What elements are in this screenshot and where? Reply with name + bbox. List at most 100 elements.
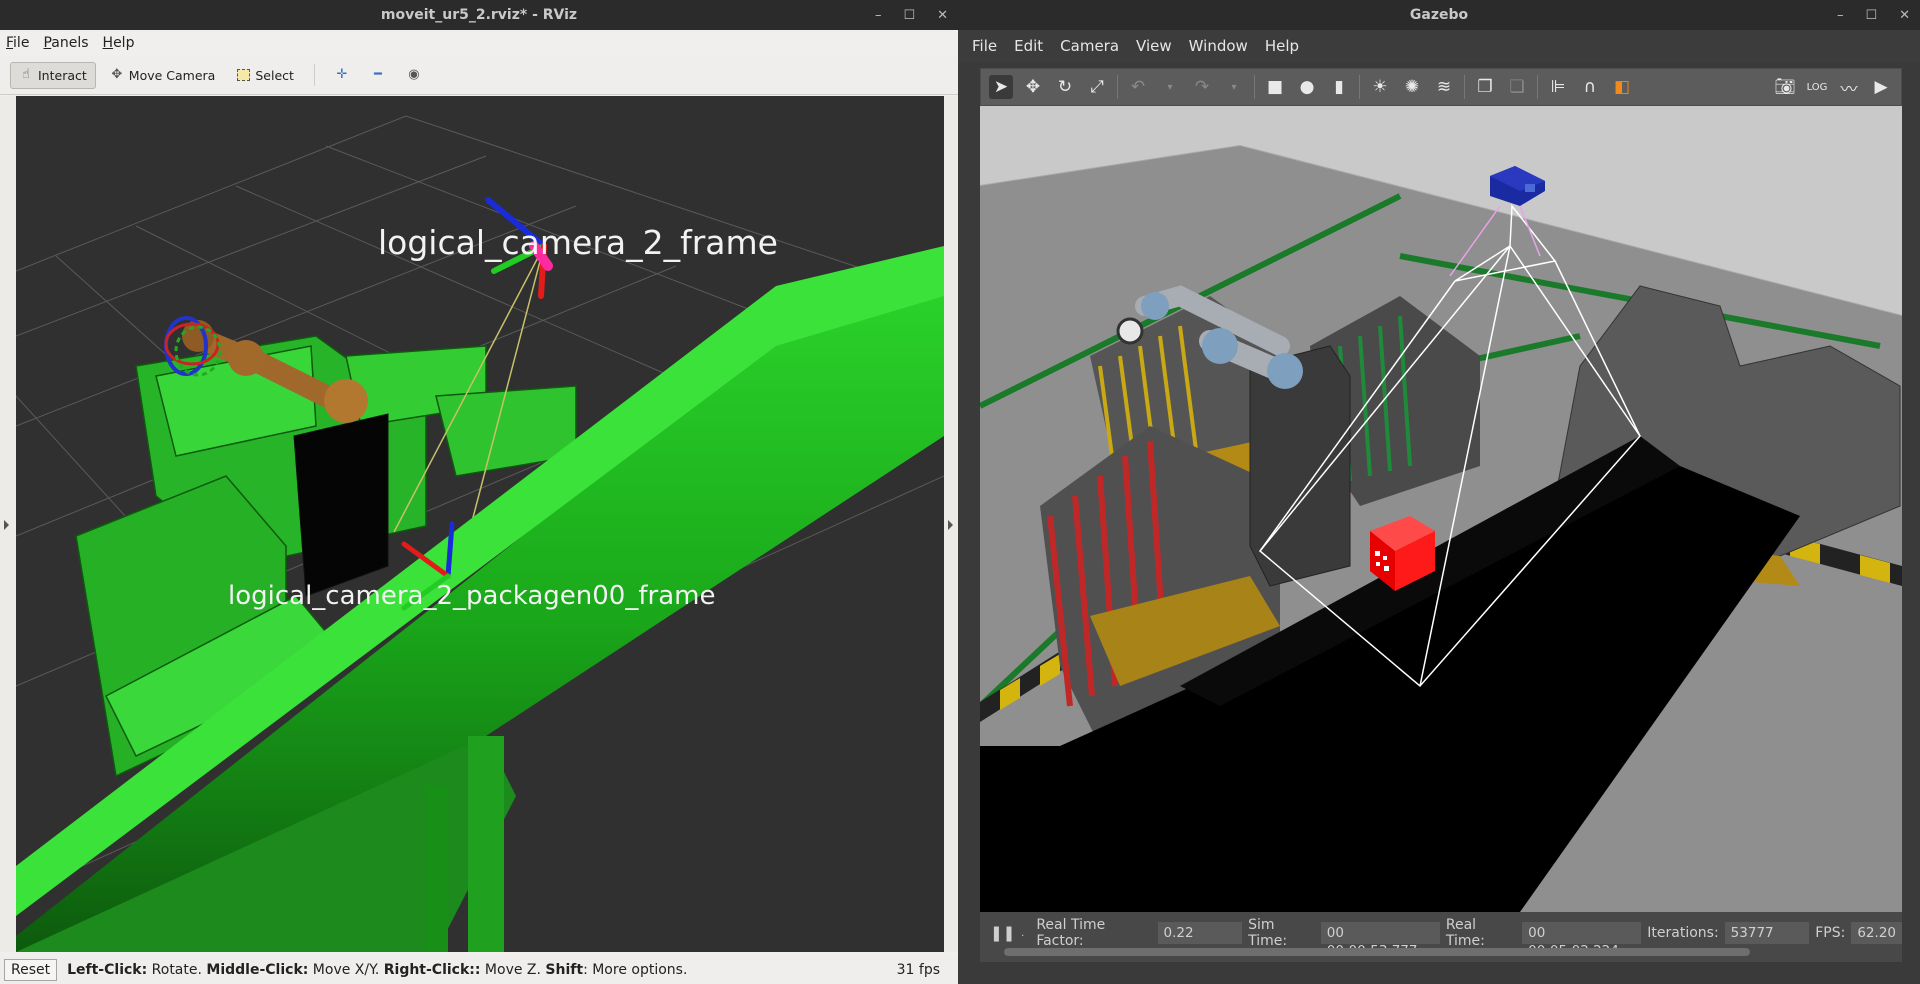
gazebo-toolbar: ➤ ✥ ↻ ⤢ ↶ ▾ ↷ ▾ ■ ● ▮ ☀ ✺ ≋ ❐ ❏ ⊫ ∩ ◧ 📷︎… [980, 68, 1902, 106]
rtf-value: 0.22 [1157, 922, 1243, 944]
right-dock-handle[interactable] [944, 96, 958, 952]
real-time-value: 00 00:05:02.224 [1522, 922, 1642, 959]
gazebo-scene [980, 106, 1902, 912]
sphere-shape-icon[interactable]: ● [1295, 75, 1319, 99]
cylinder-shape-icon[interactable]: ▮ [1327, 75, 1351, 99]
toolbar-divider [313, 64, 315, 86]
hint-left-click-key: Left-Click: [67, 962, 148, 978]
rviz-titlebar: moveit_ur5_2.rviz* - RViz – ☐ ✕ [0, 0, 958, 30]
gazebo-menubar: File Edit Camera View Window Help [958, 30, 1920, 62]
step-icon[interactable]: . [1021, 928, 1024, 939]
rviz-3d-viewport[interactable]: logical_camera_2_frame logical_camera_2_… [15, 96, 945, 952]
translate-mode-icon[interactable]: ✥ [1021, 75, 1045, 99]
spot-light-icon[interactable]: ✺ [1400, 75, 1424, 99]
hint-right-click-value: Move Z. [480, 962, 546, 978]
hint-middle-click-value: Move X/Y. [308, 962, 384, 978]
hand-icon: ☝ [22, 67, 30, 82]
frame-label-package: logical_camera_2_packagen00_frame [228, 581, 715, 611]
toolbar-separator [1254, 75, 1255, 99]
move-camera-icon: ✥ [111, 67, 123, 82]
select-mode-icon[interactable]: ➤ [989, 75, 1013, 99]
rviz-window-controls: – ☐ ✕ [875, 0, 948, 30]
rviz-statusbar: Reset Left-Click: Rotate. Middle-Click: … [0, 956, 958, 984]
hint-middle-click-key: Middle-Click: [206, 962, 309, 978]
move-camera-label: Move Camera [128, 67, 216, 83]
menu-window[interactable]: Window [1189, 37, 1248, 55]
interact-button[interactable]: ☝ Interact [10, 61, 96, 89]
add-tool-button[interactable]: ✛ [327, 63, 357, 87]
hint-shift-value: : More options. [583, 962, 688, 978]
hint-left-click-value: Rotate. [147, 962, 207, 978]
toolbar-separator [1537, 75, 1538, 99]
remove-tool-button[interactable]: ━ [363, 63, 393, 87]
menu-file[interactable]: File [972, 37, 997, 55]
screenshot-icon[interactable]: 📷︎ [1773, 75, 1797, 99]
undo-history-icon[interactable]: ▾ [1158, 75, 1182, 99]
eye-icon: ◉ [408, 67, 420, 82]
rviz-menubar: File Panels Help [0, 30, 958, 56]
gazebo-window-controls: – ☐ ✕ [1837, 0, 1910, 30]
rviz-window: moveit_ur5_2.rviz* - RViz – ☐ ✕ File Pan… [0, 0, 958, 984]
select-button[interactable]: Select [229, 63, 302, 88]
maximize-icon[interactable]: ☐ [1865, 8, 1877, 23]
box-shape-icon[interactable]: ■ [1263, 75, 1287, 99]
change-view-icon[interactable]: ◧ [1610, 75, 1634, 99]
menu-panels[interactable]: Panels [43, 35, 88, 51]
toolbar-separator [1117, 75, 1118, 99]
fps-readout: 31 fps [896, 962, 940, 978]
sim-stats: ❚❚ . Real Time Factor: 0.22 Sim Time: 00… [980, 917, 1902, 959]
gazebo-titlebar: Gazebo – ☐ ✕ [958, 0, 1920, 30]
rotate-mode-icon[interactable]: ↻ [1053, 75, 1077, 99]
menu-help[interactable]: Help [103, 35, 135, 51]
menu-file[interactable]: File [6, 35, 29, 51]
point-light-icon[interactable]: ☀ [1368, 75, 1392, 99]
video-record-icon[interactable]: ▶ [1869, 75, 1893, 99]
rviz-toolbar: ☝ Interact ✥ Move Camera Select ✛ ━ ◉ [0, 56, 958, 95]
fps-value: 62.20 [1851, 922, 1902, 944]
real-time-label: Real Time: [1445, 917, 1485, 949]
maximize-icon[interactable]: ☐ [903, 8, 915, 23]
view-options-button[interactable]: ◉ [399, 63, 429, 87]
hint-shift-key: Shift [545, 962, 584, 978]
minimize-icon[interactable]: – [1837, 8, 1844, 23]
pause-icon[interactable]: ❚❚ [990, 924, 1015, 942]
horizontal-scrollbar[interactable] [1004, 948, 1750, 956]
menu-camera[interactable]: Camera [1060, 37, 1119, 55]
snap-icon[interactable]: ∩ [1578, 75, 1602, 99]
log-icon[interactable]: LOG [1805, 75, 1829, 99]
rviz-window-title: moveit_ur5_2.rviz* - RViz [380, 7, 578, 23]
sim-time-value: 00 00:00:53.777 [1320, 922, 1440, 959]
gazebo-bottom-bar: ❚❚ . Real Time Factor: 0.22 Sim Time: 00… [980, 912, 1902, 962]
redo-history-icon[interactable]: ▾ [1222, 75, 1246, 99]
fps-label: FPS: [1815, 925, 1846, 941]
left-dock-handle[interactable] [0, 96, 16, 952]
directional-light-icon[interactable]: ≋ [1432, 75, 1456, 99]
plus-icon: ✛ [336, 67, 348, 82]
gazebo-3d-viewport[interactable] [980, 106, 1902, 912]
redo-icon[interactable]: ↷ [1190, 75, 1214, 99]
plot-icon[interactable]: 〰 [1837, 75, 1861, 100]
rviz-scene: logical_camera_2_frame logical_camera_2_… [15, 115, 945, 952]
toolbar-separator [1464, 75, 1465, 99]
close-icon[interactable]: ✕ [1899, 8, 1910, 23]
menu-view[interactable]: View [1136, 37, 1172, 55]
robot-pedestal [1249, 345, 1351, 587]
iterations-label: Iterations: [1647, 925, 1719, 941]
hint-right-click-key: Right-Click:: [383, 962, 481, 978]
frame-label-camera: logical_camera_2_frame [378, 223, 778, 262]
menu-help[interactable]: Help [1265, 37, 1299, 55]
expand-left-icon [4, 520, 9, 530]
menu-edit[interactable]: Edit [1014, 37, 1043, 55]
copy-icon[interactable]: ❐ [1473, 75, 1497, 99]
paste-icon[interactable]: ❏ [1505, 75, 1529, 99]
scale-mode-icon[interactable]: ⤢ [1085, 75, 1109, 99]
rtf-label: Real Time Factor: [1036, 917, 1106, 949]
reset-button[interactable]: Reset [4, 959, 58, 981]
minimize-icon[interactable]: – [875, 8, 882, 23]
close-icon[interactable]: ✕ [937, 8, 948, 23]
move-camera-button[interactable]: ✥ Move Camera [102, 63, 224, 88]
align-icon[interactable]: ⊫ [1546, 75, 1570, 99]
robot-pedestal [293, 413, 389, 597]
sim-time-label: Sim Time: [1248, 917, 1288, 949]
undo-icon[interactable]: ↶ [1126, 75, 1150, 99]
